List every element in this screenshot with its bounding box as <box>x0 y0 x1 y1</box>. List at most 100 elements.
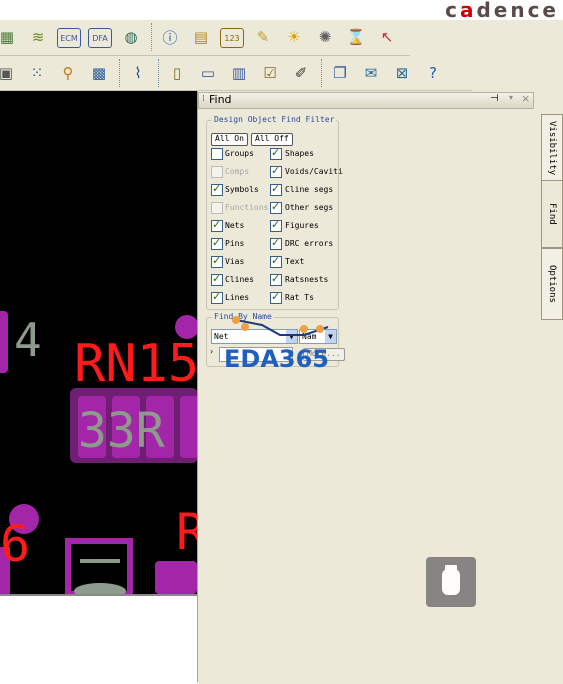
filter-right-checkbox[interactable] <box>270 290 282 304</box>
filter-right-checkbox[interactable] <box>270 254 282 268</box>
stack-icon[interactable]: ≋ <box>26 25 50 49</box>
filter-right-checkbox[interactable] <box>270 272 282 286</box>
dfa-icon[interactable]: DFA <box>88 28 112 48</box>
toolbar-separator <box>321 59 324 87</box>
filter-left-checkbox[interactable] <box>211 182 223 196</box>
filter-left-label: Vias <box>225 257 245 266</box>
filter-right-label: Other segs <box>285 203 334 212</box>
filter-right-checkbox[interactable] <box>270 236 282 250</box>
filter-left-checkbox[interactable] <box>211 290 223 304</box>
filter-left-checkbox[interactable] <box>211 236 223 250</box>
drag-handle-icon[interactable]: ⁞ <box>202 94 205 104</box>
brush-icon[interactable]: ✎ <box>251 25 275 49</box>
filter-legend: Design Object Find Filter <box>212 115 337 124</box>
toolbar-separator <box>158 59 161 87</box>
ecm-icon[interactable]: ECM <box>57 28 81 48</box>
pin-tool-icon[interactable]: ⚲ <box>56 61 80 85</box>
sun-icon[interactable]: ☀ <box>282 25 306 49</box>
value-label: 33R <box>78 403 165 459</box>
silk-shape <box>74 583 126 594</box>
globe-grid-icon[interactable]: ◍ <box>119 25 143 49</box>
filter-left-label: Nets <box>225 221 245 230</box>
matrix-icon[interactable]: ▩ <box>87 61 111 85</box>
toolbar-bottom: ▣ ⁙ ⚲ ▩ ⌇ ▯ ▭ ▥ ☑ ✐ ❐ ✉ ⊠? <box>0 56 472 91</box>
pad <box>0 311 8 373</box>
eda365-watermark: EDA365 <box>224 316 329 373</box>
filter-left-label: Comps <box>225 167 250 176</box>
filter-left-label: Lines <box>225 293 250 302</box>
watermark-node <box>241 323 249 331</box>
all-off-button[interactable]: All Off <box>251 133 293 146</box>
usb-drive-icon[interactable] <box>426 557 476 607</box>
tab-find[interactable]: Find <box>541 180 563 248</box>
filter-right-checkbox[interactable] <box>270 200 282 214</box>
filter-right-label: Figures <box>285 221 319 230</box>
close-icon[interactable]: × <box>521 92 530 105</box>
silk-number: 6 <box>0 515 30 573</box>
hourglass-icon[interactable]: ⌛ <box>344 25 368 49</box>
watermark-trace <box>235 319 329 336</box>
refdes-label: RN15 <box>74 334 197 394</box>
tab-options[interactable]: Options <box>541 248 563 320</box>
filter-left-label: Groups <box>225 149 254 158</box>
all-on-button[interactable]: All On <box>211 133 248 146</box>
side-tabs: Visibility Find Options <box>541 114 563 320</box>
bulb-icon[interactable]: ✺ <box>313 25 337 49</box>
info-icon[interactable]: ⓘ <box>158 25 182 49</box>
filter-right-checkbox[interactable] <box>270 218 282 232</box>
checklist-icon[interactable]: ☑ <box>258 61 282 85</box>
expand-arrow-icon[interactable]: › <box>210 347 213 356</box>
route-icon[interactable]: ⌇ <box>126 61 150 85</box>
find-panel-header: ⁞ Find ⊣ ▾ × <box>198 92 534 109</box>
doc-edit-icon[interactable]: ▯ <box>165 61 189 85</box>
copy-icon[interactable]: ❐ <box>328 61 352 85</box>
pen-icon[interactable]: ✐ <box>289 61 313 85</box>
help-icon[interactable]: ? <box>421 61 445 85</box>
cursor-select-icon[interactable]: ↖ <box>375 25 399 49</box>
grid-partial-icon[interactable]: ▣ <box>0 61 18 85</box>
brand-bar: cadence <box>0 0 563 22</box>
pcb-canvas[interactable]: 4 RN15 33R 6 R <box>0 91 197 594</box>
watermark-text: EDA365 <box>224 345 329 373</box>
filter-left-checkbox[interactable] <box>211 218 223 232</box>
filter-right-checkbox[interactable] <box>270 146 282 160</box>
silk-number: 4 <box>14 313 42 367</box>
filter-right-label: Shapes <box>285 149 314 158</box>
watermark-node <box>232 316 240 324</box>
filter-right-checkbox[interactable] <box>270 164 282 178</box>
refdes-label: R <box>176 503 197 561</box>
pin-icon[interactable]: ⊣ <box>490 93 499 104</box>
filter-right-label: Cline segs <box>285 185 334 194</box>
filter-right-checkbox[interactable] <box>270 182 282 196</box>
filter-left-checkbox[interactable] <box>211 272 223 286</box>
watermark-node <box>300 325 308 333</box>
envelope-icon[interactable]: ⊠ <box>390 61 414 85</box>
filter-right-label: Voids/Caviti <box>285 167 343 176</box>
filter-right-label: Text <box>285 257 305 266</box>
design-object-filter: Design Object Find Filter All On All Off… <box>206 115 343 310</box>
filter-left-checkbox[interactable] <box>211 254 223 268</box>
dot-grid-icon[interactable]: ⁙ <box>25 61 49 85</box>
find-panel: ⁞ Find ⊣ ▾ × Design Object Find Filter A… <box>197 91 542 682</box>
book-icon[interactable]: ▭ <box>196 61 220 85</box>
filter-left-checkbox[interactable] <box>211 148 223 160</box>
numbers-icon[interactable]: 123 <box>220 28 244 48</box>
filter-left-label: Pins <box>225 239 245 248</box>
toolbar-top: ▦ ≋ ECM DFA ◍ ⓘ ▤ 123 ✎ ☀ ✺ ⌛ ↖ <box>0 20 410 56</box>
filter-right-label: Ratsnests <box>285 275 329 284</box>
tab-visibility[interactable]: Visibility <box>541 114 563 182</box>
toolbar-separator <box>119 59 122 87</box>
menu-icon[interactable]: ▾ <box>509 93 513 102</box>
mail-icon[interactable]: ✉ <box>359 61 383 85</box>
cadence-logo: cadence <box>445 0 559 22</box>
filter-right-label: DRC errors <box>285 239 334 248</box>
pcb-drawing: 4 RN15 33R 6 R <box>0 311 197 594</box>
find-title: Find <box>209 93 232 106</box>
filter-left-label: Symbols <box>225 185 259 194</box>
chip-icon[interactable]: ▥ <box>227 61 251 85</box>
filter-left-checkbox <box>211 166 223 178</box>
report-icon[interactable]: ▤ <box>189 25 213 49</box>
pad <box>155 561 197 594</box>
layers-icon[interactable]: ▦ <box>0 25 19 49</box>
filter-left-label: Clines <box>225 275 254 284</box>
